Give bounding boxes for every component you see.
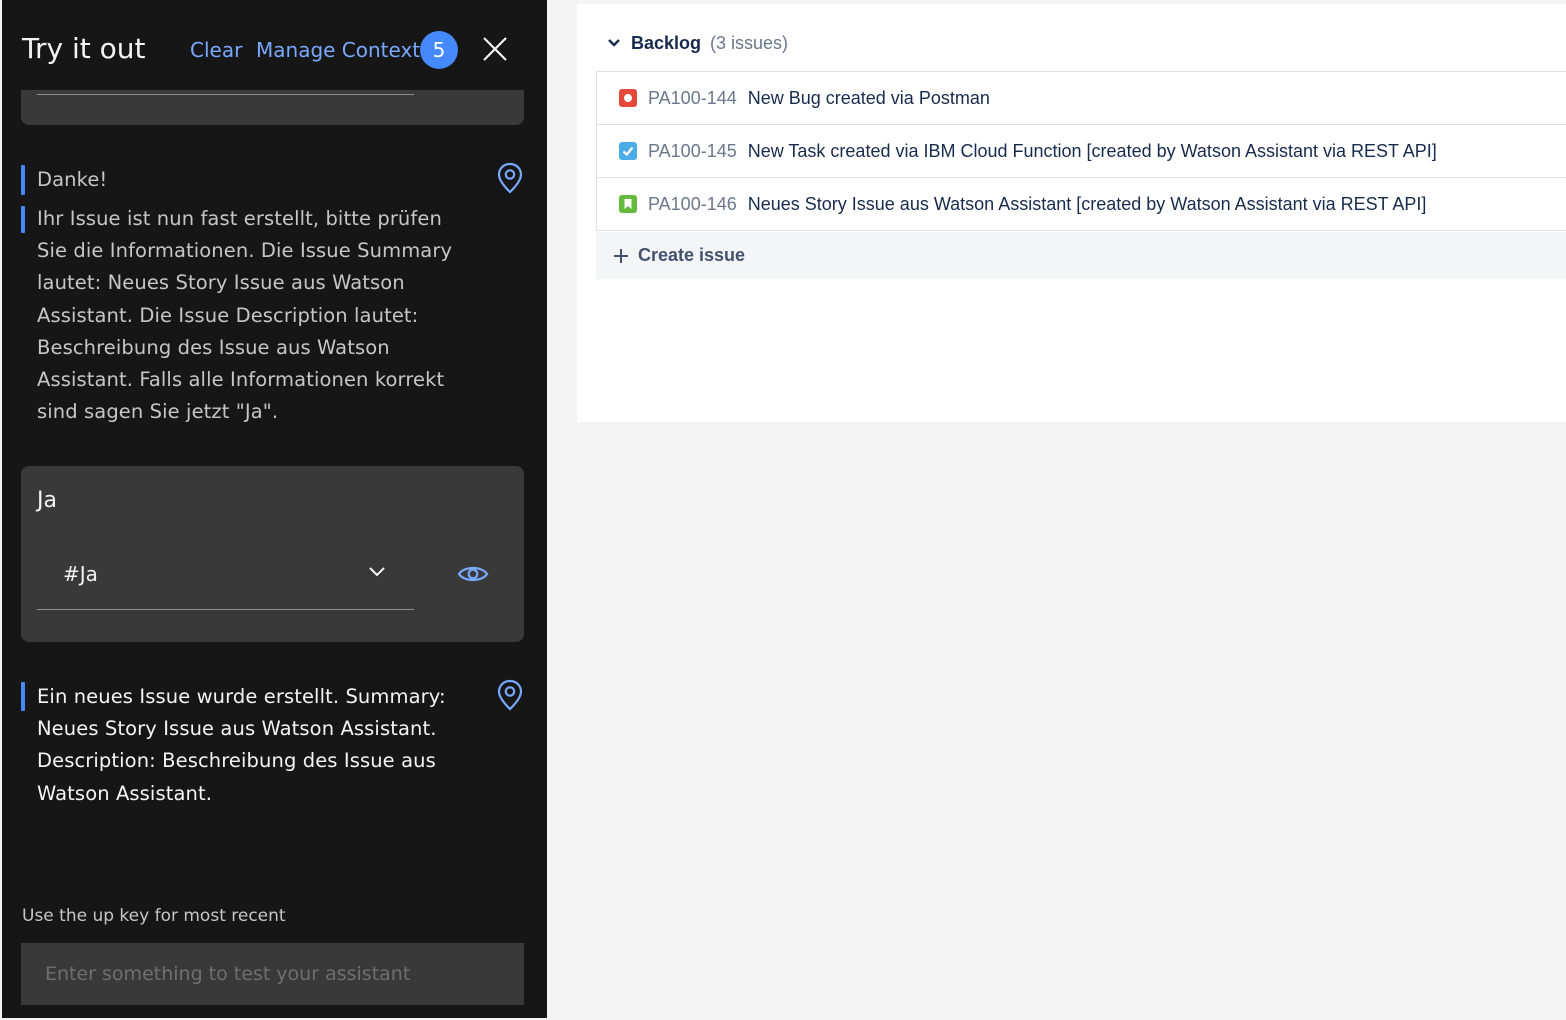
location-pin-icon[interactable] <box>496 162 524 194</box>
message-line: Beschreibung des Issue aus Watson <box>37 335 390 359</box>
assistant-message: Danke! <box>21 164 491 196</box>
issue-list: PA100-144 New Bug created via Postman PA… <box>596 71 1566 231</box>
issue-summary: Neues Story Issue aus Watson Assistant [… <box>747 193 1427 214</box>
backlog-header[interactable]: Backlog (3 issues) <box>607 32 788 54</box>
close-icon[interactable] <box>480 34 510 64</box>
panel-header: Try it out Clear Manage Context 5 <box>2 0 547 90</box>
assistant-message: Ein neues Issue wurde erstellt. Summary:… <box>21 681 491 811</box>
message-bar <box>21 682 25 711</box>
task-checkbox-icon <box>619 142 637 160</box>
message-line: Neues Story Issue aus Watson Assistant. <box>37 717 437 741</box>
message-text: Ein neues Issue wurde erstellt. Summary:… <box>37 681 446 810</box>
chevron-down-icon[interactable] <box>607 37 621 49</box>
panel-title: Try it out <box>22 32 146 65</box>
message-line: Sie die Informationen. Die Issue Summary <box>37 239 453 263</box>
message-line: Assistant. Die Issue Description lautet: <box>37 303 419 327</box>
message-line: Ihr Issue ist nun fast erstellt, bitte p… <box>37 207 442 230</box>
assistant-message: Ihr Issue ist nun fast erstellt, bitte p… <box>21 203 491 429</box>
context-count-badge[interactable]: 5 <box>420 31 458 69</box>
create-issue-button[interactable]: Create issue <box>596 232 1566 279</box>
message-bar <box>21 165 25 195</box>
message-text: Danke! <box>37 168 108 191</box>
issue-key[interactable]: PA100-146 <box>648 194 737 215</box>
backlog-board: Backlog (3 issues) PA100-144 New Bug cre… <box>577 4 1566 422</box>
issue-row[interactable]: PA100-144 New Bug created via Postman <box>596 72 1566 125</box>
message-line: Description: Beschreibung des Issue aus <box>37 749 436 773</box>
message-line: sind sagen Sie jetzt "Ja". <box>37 400 279 424</box>
message-line: lautet: Neues Story Issue aus Watson <box>37 271 405 295</box>
plus-icon <box>614 248 628 263</box>
user-input-card: Ja #Ja <box>21 466 524 642</box>
bug-icon <box>619 89 637 107</box>
eye-icon[interactable] <box>457 562 489 586</box>
issue-row[interactable]: PA100-146 Neues Story Issue aus Watson A… <box>596 178 1566 231</box>
create-issue-label: Create issue <box>638 245 746 265</box>
message-line: Ein neues Issue wurde erstellt. Summary: <box>37 685 446 708</box>
issue-key[interactable]: PA100-144 <box>648 88 737 109</box>
manage-context-button[interactable]: Manage Context <box>256 38 420 62</box>
backlog-issue-count: (3 issues) <box>710 32 789 53</box>
clear-button[interactable]: Clear <box>190 38 242 62</box>
message-text: Ihr Issue ist nun fast erstellt, bitte p… <box>37 203 452 428</box>
message-line: Assistant. Falls alle Informationen korr… <box>37 368 445 392</box>
backlog-title: Backlog <box>631 32 702 53</box>
input-hint: Use the up key for most recent <box>22 906 286 926</box>
intent-underline <box>37 609 414 610</box>
test-assistant-input[interactable] <box>21 943 524 1005</box>
issue-key[interactable]: PA100-145 <box>648 141 737 162</box>
story-bookmark-icon <box>619 195 637 213</box>
try-it-out-panel: Try it out Clear Manage Context 5 Danke!… <box>2 0 547 1018</box>
previous-intent-underline <box>37 94 414 95</box>
message-bar <box>21 206 25 233</box>
message-line: Watson Assistant. <box>37 781 213 805</box>
issue-summary: New Bug created via Postman <box>747 87 990 108</box>
location-pin-icon[interactable] <box>496 679 524 711</box>
issue-row[interactable]: PA100-145 New Task created via IBM Cloud… <box>596 125 1566 178</box>
issue-summary: New Task created via IBM Cloud Function … <box>747 140 1437 161</box>
chevron-down-icon[interactable] <box>367 564 387 580</box>
intent-select[interactable]: #Ja <box>63 562 98 586</box>
user-input-text: Ja <box>37 488 57 513</box>
